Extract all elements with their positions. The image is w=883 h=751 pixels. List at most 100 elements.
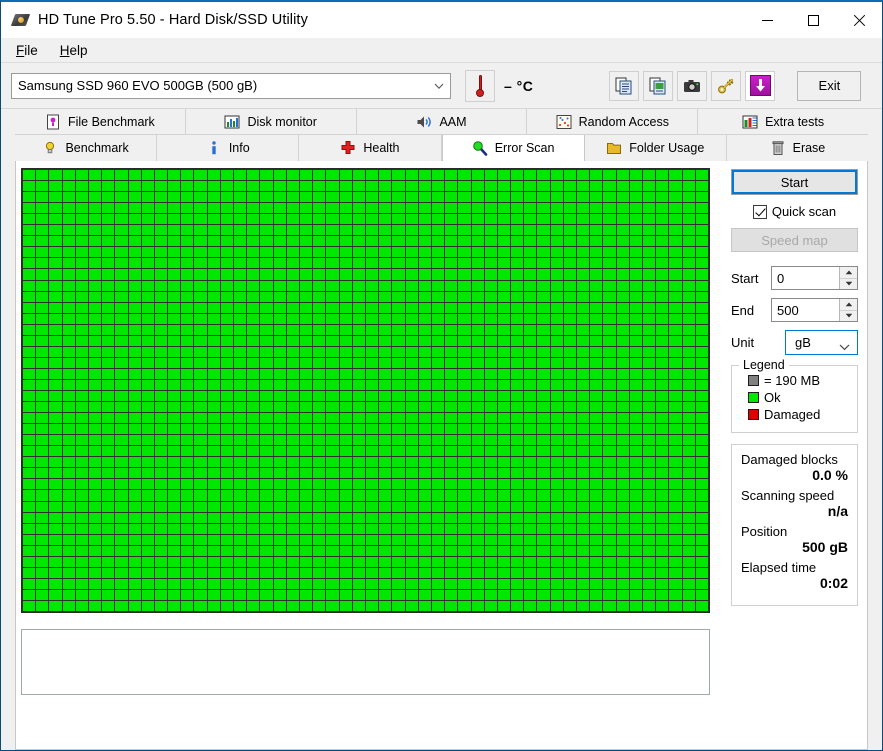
end-input[interactable]: 500 [772,299,839,321]
tab-folder-usage[interactable]: Folder Usage [584,135,727,161]
block-cell [392,170,405,181]
block-cell [247,247,260,258]
block-cell [379,181,392,192]
block-cell [629,413,643,424]
start-spin-up[interactable] [840,267,857,279]
tab-file-benchmark[interactable]: File Benchmark [15,109,186,135]
block-cell [23,214,36,225]
block-cell [537,413,550,424]
close-button[interactable] [836,2,882,38]
block-cell [405,600,418,611]
tab-health[interactable]: Health [299,135,442,161]
block-cell [418,225,431,236]
exit-button[interactable]: Exit [797,70,862,101]
maximize-button[interactable] [790,2,836,38]
block-cell [326,280,339,291]
start-button[interactable]: Start [731,169,858,195]
block-cell [75,435,88,446]
block-cell [418,589,431,600]
block-cell [392,269,405,280]
block-cell [247,391,260,402]
block-cell [603,523,616,534]
copy-graph-button[interactable] [643,70,674,101]
tab-info[interactable]: Info [157,135,300,161]
block-cell [75,589,88,600]
end-spinner[interactable]: 500 [771,298,858,322]
copy-report-button[interactable] [609,70,640,101]
block-cell [603,435,616,446]
block-cell [695,534,708,545]
start-input[interactable]: 0 [772,267,839,289]
block-cell [141,192,154,203]
block-cell [102,258,115,269]
block-cell [300,435,313,446]
tab-error-scan[interactable]: Error Scan [441,135,585,161]
block-cell [629,523,643,534]
end-spin-down[interactable] [840,310,857,321]
block-cell [616,567,629,578]
block-cell [458,468,471,479]
block-cell [643,247,656,258]
drive-selector[interactable]: Samsung SSD 960 EVO 500GB (500 gB) [11,72,451,99]
block-cell [431,236,445,247]
block-cell [695,435,708,446]
unit-dropdown[interactable]: gB [785,330,858,355]
tab-aam[interactable]: AAM [356,109,528,135]
menu-help[interactable]: Help [49,40,99,61]
block-cell [497,501,511,512]
tab-erase[interactable]: Erase [726,135,869,161]
block-cell [168,490,181,501]
block-cell [234,578,247,589]
block-cell [629,402,643,413]
block-cell [115,468,128,479]
start-spin-down[interactable] [840,278,857,289]
block-cell [168,379,181,390]
block-cell [511,368,524,379]
settings-button[interactable] [711,70,742,101]
block-cell [669,192,682,203]
block-cell [577,203,590,214]
block-cell [247,236,260,247]
menu-file[interactable]: File [5,40,49,61]
block-cell [220,335,234,346]
start-spinner[interactable]: 0 [771,266,858,290]
tab-random-access[interactable]: Random Access [527,109,699,135]
speed-map-button[interactable]: Speed map [731,228,858,252]
block-cell [154,269,168,280]
block-map[interactable] [21,168,710,613]
block-cell [181,424,194,435]
block-cell [273,357,286,368]
block-cell [102,512,115,523]
block-cell [431,357,445,368]
screenshot-button[interactable] [677,70,708,101]
block-cell [49,203,62,214]
quick-scan-checkbox[interactable]: Quick scan [731,204,858,219]
log-textbox[interactable] [21,629,710,695]
block-cell [115,346,128,357]
tab-disk-monitor[interactable]: Disk monitor [185,109,357,135]
tab-benchmark[interactable]: Benchmark [15,135,158,161]
block-cell [234,236,247,247]
block-cell [537,556,550,567]
block-cell [669,446,682,457]
save-button[interactable] [745,70,776,101]
block-cell [577,313,590,324]
block-cell [695,368,708,379]
tab-extra-tests[interactable]: Extra tests [698,109,868,135]
block-cell [471,302,484,313]
block-cell [418,523,431,534]
block-cell [431,291,445,302]
block-cell [365,269,379,280]
block-cell [36,357,49,368]
block-cell [36,523,49,534]
block-cell [194,203,207,214]
block-cell [524,379,537,390]
block-cell [616,435,629,446]
end-spin-up[interactable] [840,299,857,311]
minimize-button[interactable] [744,2,790,38]
block-cell [537,545,550,556]
block-cell [669,302,682,313]
block-cell [49,368,62,379]
block-cell [339,479,352,490]
block-cell [260,192,273,203]
